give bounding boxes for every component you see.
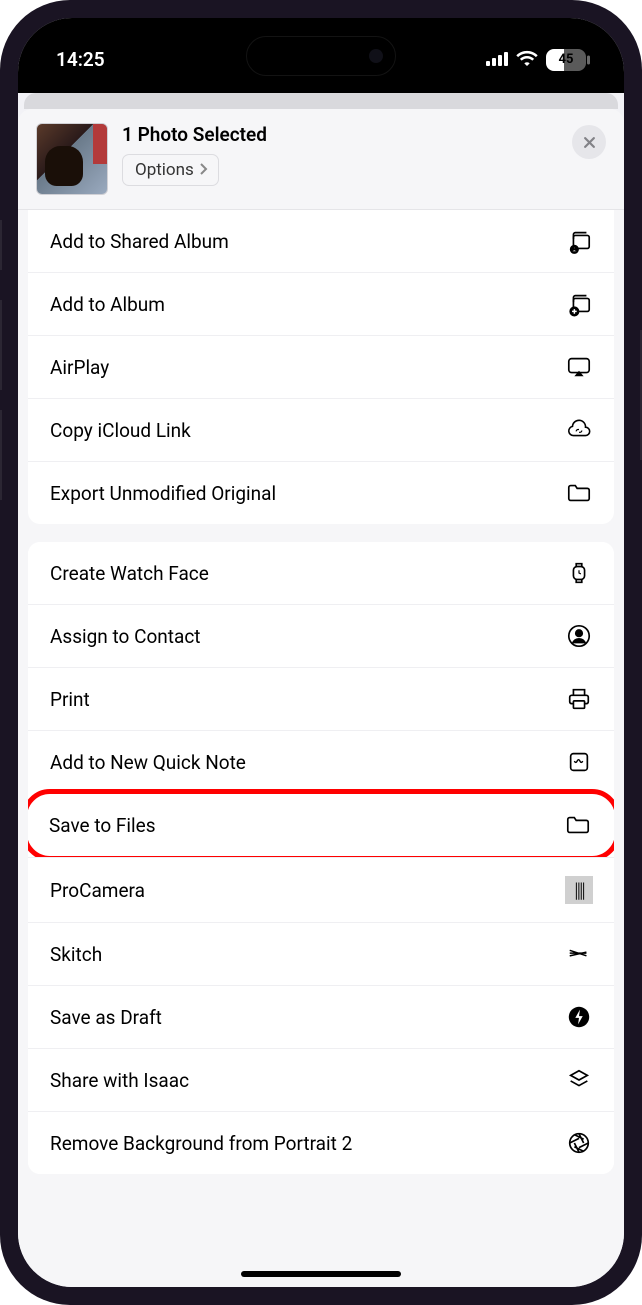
- action-procamera[interactable]: ProCamera ||||: [28, 857, 614, 922]
- options-button[interactable]: Options: [122, 154, 219, 186]
- shared-album-icon: [564, 228, 594, 254]
- close-button[interactable]: [572, 125, 606, 159]
- status-time: 14:25: [56, 48, 105, 71]
- print-icon: [564, 686, 594, 712]
- action-save-to-files[interactable]: Save to Files: [28, 789, 614, 861]
- action-create-watch-face[interactable]: Create Watch Face: [28, 542, 614, 604]
- action-label: Add to New Quick Note: [50, 751, 246, 774]
- action-group-1: Add to Shared Album Add to Album AirPlay: [18, 210, 624, 524]
- phone-frame: 14:25 45 1 Photo Selected: [0, 0, 642, 1305]
- dynamic-island: [246, 36, 396, 76]
- action-label: Save to Files: [49, 814, 156, 837]
- options-label: Options: [135, 160, 194, 180]
- action-label: Add to Album: [50, 293, 165, 316]
- sheet-title: 1 Photo Selected: [122, 123, 558, 146]
- actions-scroll[interactable]: Add to Shared Album Add to Album AirPlay: [18, 210, 624, 1286]
- action-assign-contact[interactable]: Assign to Contact: [28, 604, 614, 667]
- action-remove-background[interactable]: Remove Background from Portrait 2: [28, 1111, 614, 1174]
- battery-icon: 45: [546, 49, 586, 71]
- aperture-icon: [564, 1130, 594, 1156]
- wifi-icon: [516, 48, 538, 71]
- cellular-icon: [486, 48, 508, 71]
- stack-icon: [564, 1067, 594, 1093]
- action-label: Share with Isaac: [50, 1069, 189, 1092]
- procamera-icon: ||||: [564, 876, 594, 904]
- photo-thumbnail[interactable]: [36, 123, 108, 195]
- status-bar: 14:25 45: [18, 18, 624, 93]
- action-label: Assign to Contact: [50, 625, 201, 648]
- action-label: AirPlay: [50, 356, 109, 379]
- action-label: Print: [50, 688, 90, 711]
- action-print[interactable]: Print: [28, 667, 614, 730]
- action-export-unmodified[interactable]: Export Unmodified Original: [28, 461, 614, 524]
- chevron-right-icon: [198, 160, 208, 180]
- contact-icon: [564, 623, 594, 649]
- action-label: Remove Background from Portrait 2: [50, 1132, 352, 1155]
- icloud-link-icon: [564, 417, 594, 443]
- action-quick-note[interactable]: Add to New Quick Note: [28, 730, 614, 793]
- share-sheet: 1 Photo Selected Options Add t: [18, 109, 624, 1287]
- action-save-draft[interactable]: Save as Draft: [28, 985, 614, 1048]
- airplay-icon: [564, 354, 594, 380]
- folder-icon: [563, 812, 593, 838]
- action-airplay[interactable]: AirPlay: [28, 335, 614, 398]
- action-label: Create Watch Face: [50, 562, 209, 585]
- action-label: Add to Shared Album: [50, 230, 229, 253]
- bolt-icon: [564, 1004, 594, 1030]
- action-add-album[interactable]: Add to Album: [28, 272, 614, 335]
- share-sheet-header: 1 Photo Selected Options: [18, 109, 624, 210]
- phone-screen: 14:25 45 1 Photo Selected: [18, 18, 624, 1287]
- action-label: Skitch: [50, 943, 102, 966]
- action-skitch[interactable]: Skitch: [28, 922, 614, 985]
- action-group-2: Create Watch Face Assign to Contact Prin…: [28, 542, 614, 1174]
- action-label: ProCamera: [50, 879, 145, 902]
- action-copy-icloud-link[interactable]: Copy iCloud Link: [28, 398, 614, 461]
- action-label: Export Unmodified Original: [50, 482, 276, 505]
- action-add-shared-album[interactable]: Add to Shared Album: [28, 210, 614, 272]
- home-indicator[interactable]: [241, 1271, 401, 1277]
- quick-note-icon: [564, 749, 594, 775]
- action-label: Save as Draft: [50, 1006, 162, 1029]
- action-share-isaac[interactable]: Share with Isaac: [28, 1048, 614, 1111]
- background-sheet-hint: [24, 93, 618, 109]
- watch-icon: [564, 560, 594, 586]
- folder-icon: [564, 480, 594, 506]
- album-icon: [564, 291, 594, 317]
- skitch-icon: [564, 941, 594, 967]
- action-label: Copy iCloud Link: [50, 419, 191, 442]
